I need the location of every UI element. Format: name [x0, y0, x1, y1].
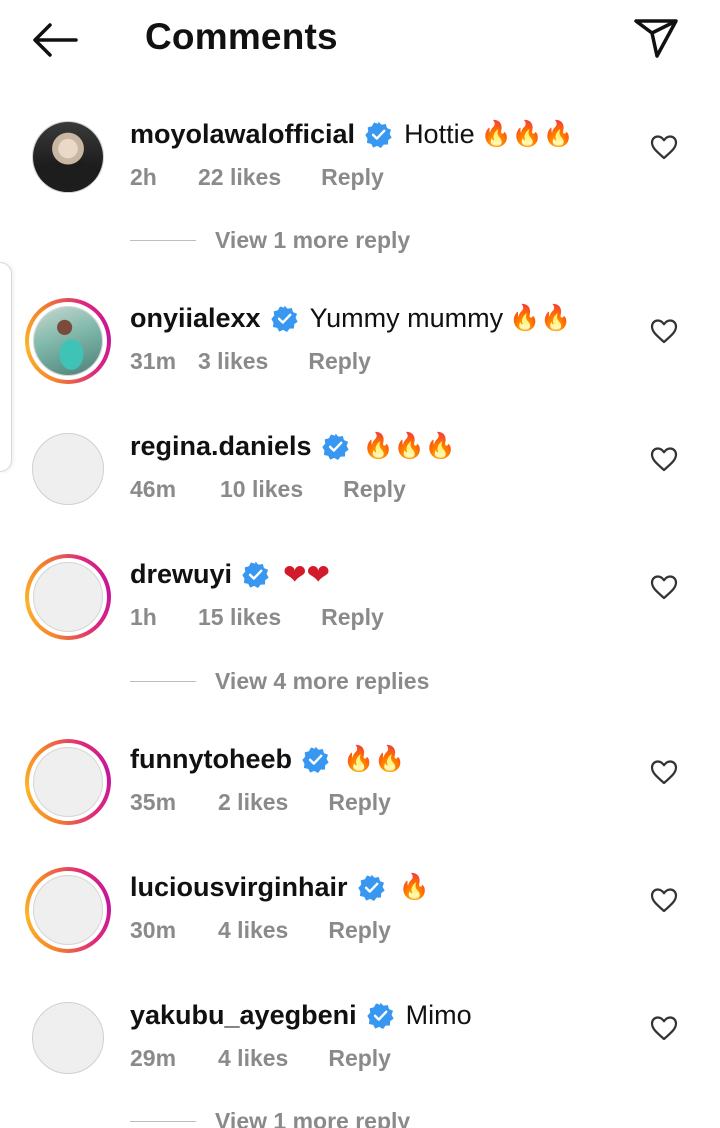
verified-badge-icon — [357, 874, 385, 901]
fire-emoji: 🔥🔥🔥 — [362, 431, 456, 460]
profile-photo — [34, 307, 102, 375]
fire-emoji: 🔥🔥🔥 — [480, 119, 574, 148]
comment-time: 30m — [130, 916, 177, 943]
comment-text: Mimo — [405, 999, 472, 1030]
avatar[interactable] — [25, 995, 111, 1081]
reply-button[interactable]: Reply — [343, 476, 406, 503]
comment-time: 31m — [130, 347, 177, 374]
page-title: Comments — [145, 16, 338, 57]
comment-likes[interactable]: 2 likes — [218, 789, 288, 816]
comment-item: onyiialexx Yummy mummy 🔥🔥 31m 3 likes Re… — [0, 296, 720, 406]
comment-item: moyolawalofficial Hottie 🔥🔥🔥 2h 22 likes… — [0, 112, 720, 222]
like-heart-icon[interactable] — [650, 446, 678, 472]
comment-likes[interactable]: 10 likes — [220, 476, 303, 503]
view-replies-label: View 1 more reply — [215, 226, 411, 253]
verified-badge-icon — [270, 305, 298, 332]
arrow-left-icon — [33, 23, 78, 57]
comment-likes[interactable]: 15 likes — [198, 604, 281, 631]
comment-item: luciousvirginhair 🔥 30m 4 likes Reply — [0, 865, 720, 975]
default-avatar — [32, 433, 104, 505]
verified-badge-icon — [242, 561, 269, 588]
comment-item: funnytoheeb 🔥🔥 35m 2 likes Reply — [0, 737, 720, 847]
comment-item: yakubu_ayegbeni Mimo 29m 4 likes Reply — [0, 993, 720, 1103]
reply-button[interactable]: Reply — [321, 604, 384, 631]
like-heart-icon[interactable] — [650, 574, 678, 600]
comment-time: 2h — [130, 163, 157, 190]
comment-likes[interactable]: 22 likes — [198, 164, 281, 191]
like-heart-icon[interactable] — [650, 134, 678, 160]
comment-username[interactable]: yakubu_ayegbeni — [130, 1000, 357, 1031]
default-avatar — [33, 875, 103, 945]
like-heart-icon[interactable] — [650, 759, 678, 785]
header-bar: Comments — [0, 0, 720, 80]
profile-photo — [33, 122, 103, 192]
heart-emoji: ❤❤ — [283, 557, 330, 591]
divider-line — [130, 239, 196, 241]
reply-button[interactable]: Reply — [328, 1045, 391, 1072]
fire-emoji: 🔥 — [398, 872, 430, 901]
avatar[interactable] — [25, 298, 111, 384]
view-replies-label: View 1 more reply — [215, 1107, 411, 1128]
like-heart-icon[interactable] — [650, 887, 678, 913]
default-avatar — [33, 747, 103, 817]
default-avatar — [33, 562, 103, 632]
comment-likes[interactable]: 4 likes — [218, 1045, 288, 1072]
paper-plane-icon — [634, 19, 678, 58]
comment-username[interactable]: luciousvirginhair — [130, 872, 348, 903]
comment-time: 29m — [130, 1044, 177, 1071]
verified-badge-icon — [365, 121, 392, 148]
avatar[interactable] — [25, 867, 111, 953]
default-avatar — [32, 1002, 104, 1074]
divider-line — [130, 680, 196, 682]
reply-button[interactable]: Reply — [328, 917, 391, 944]
comment-username[interactable]: funnytoheeb — [130, 744, 292, 775]
view-replies-label: View 4 more replies — [215, 667, 430, 694]
like-heart-icon[interactable] — [650, 1015, 678, 1041]
verified-badge-icon — [321, 433, 349, 460]
avatar[interactable] — [25, 426, 111, 512]
comment-text: Yummy mummy — [309, 302, 504, 333]
comment-item: drewuyi ❤❤ 1h 15 likes Reply — [0, 552, 720, 662]
view-replies-button[interactable]: View 1 more reply — [130, 225, 410, 255]
comment-time: 1h — [130, 603, 157, 630]
divider-line — [130, 1120, 196, 1122]
comment-likes[interactable]: 3 likes — [198, 348, 268, 375]
view-replies-button[interactable]: View 4 more replies — [130, 666, 429, 696]
verified-badge-icon — [302, 746, 329, 773]
comment-likes[interactable]: 4 likes — [218, 917, 288, 944]
comment-username[interactable]: onyiialexx — [130, 303, 261, 334]
comment-username[interactable]: drewuyi — [130, 559, 232, 590]
reply-button[interactable]: Reply — [328, 789, 391, 816]
comment-item: regina.daniels 🔥🔥🔥 46m 10 likes Reply — [0, 424, 720, 534]
fire-emoji: 🔥🔥 — [343, 744, 406, 773]
avatar[interactable] — [25, 554, 111, 640]
comment-text: Hottie — [404, 118, 475, 149]
comment-username[interactable]: regina.daniels — [130, 431, 312, 462]
avatar[interactable] — [25, 114, 111, 200]
reply-button[interactable]: Reply — [308, 348, 371, 375]
comment-time: 46m — [130, 475, 177, 502]
avatar[interactable] — [25, 739, 111, 825]
reply-button[interactable]: Reply — [321, 164, 384, 191]
like-heart-icon[interactable] — [650, 318, 678, 344]
comment-username[interactable]: moyolawalofficial — [130, 119, 355, 150]
fire-emoji: 🔥🔥 — [509, 303, 572, 332]
view-replies-button[interactable]: View 1 more reply — [130, 1106, 410, 1128]
verified-badge-icon — [366, 1002, 394, 1029]
comment-time: 35m — [130, 788, 177, 815]
share-button[interactable] — [632, 16, 680, 60]
back-button[interactable] — [30, 20, 82, 60]
